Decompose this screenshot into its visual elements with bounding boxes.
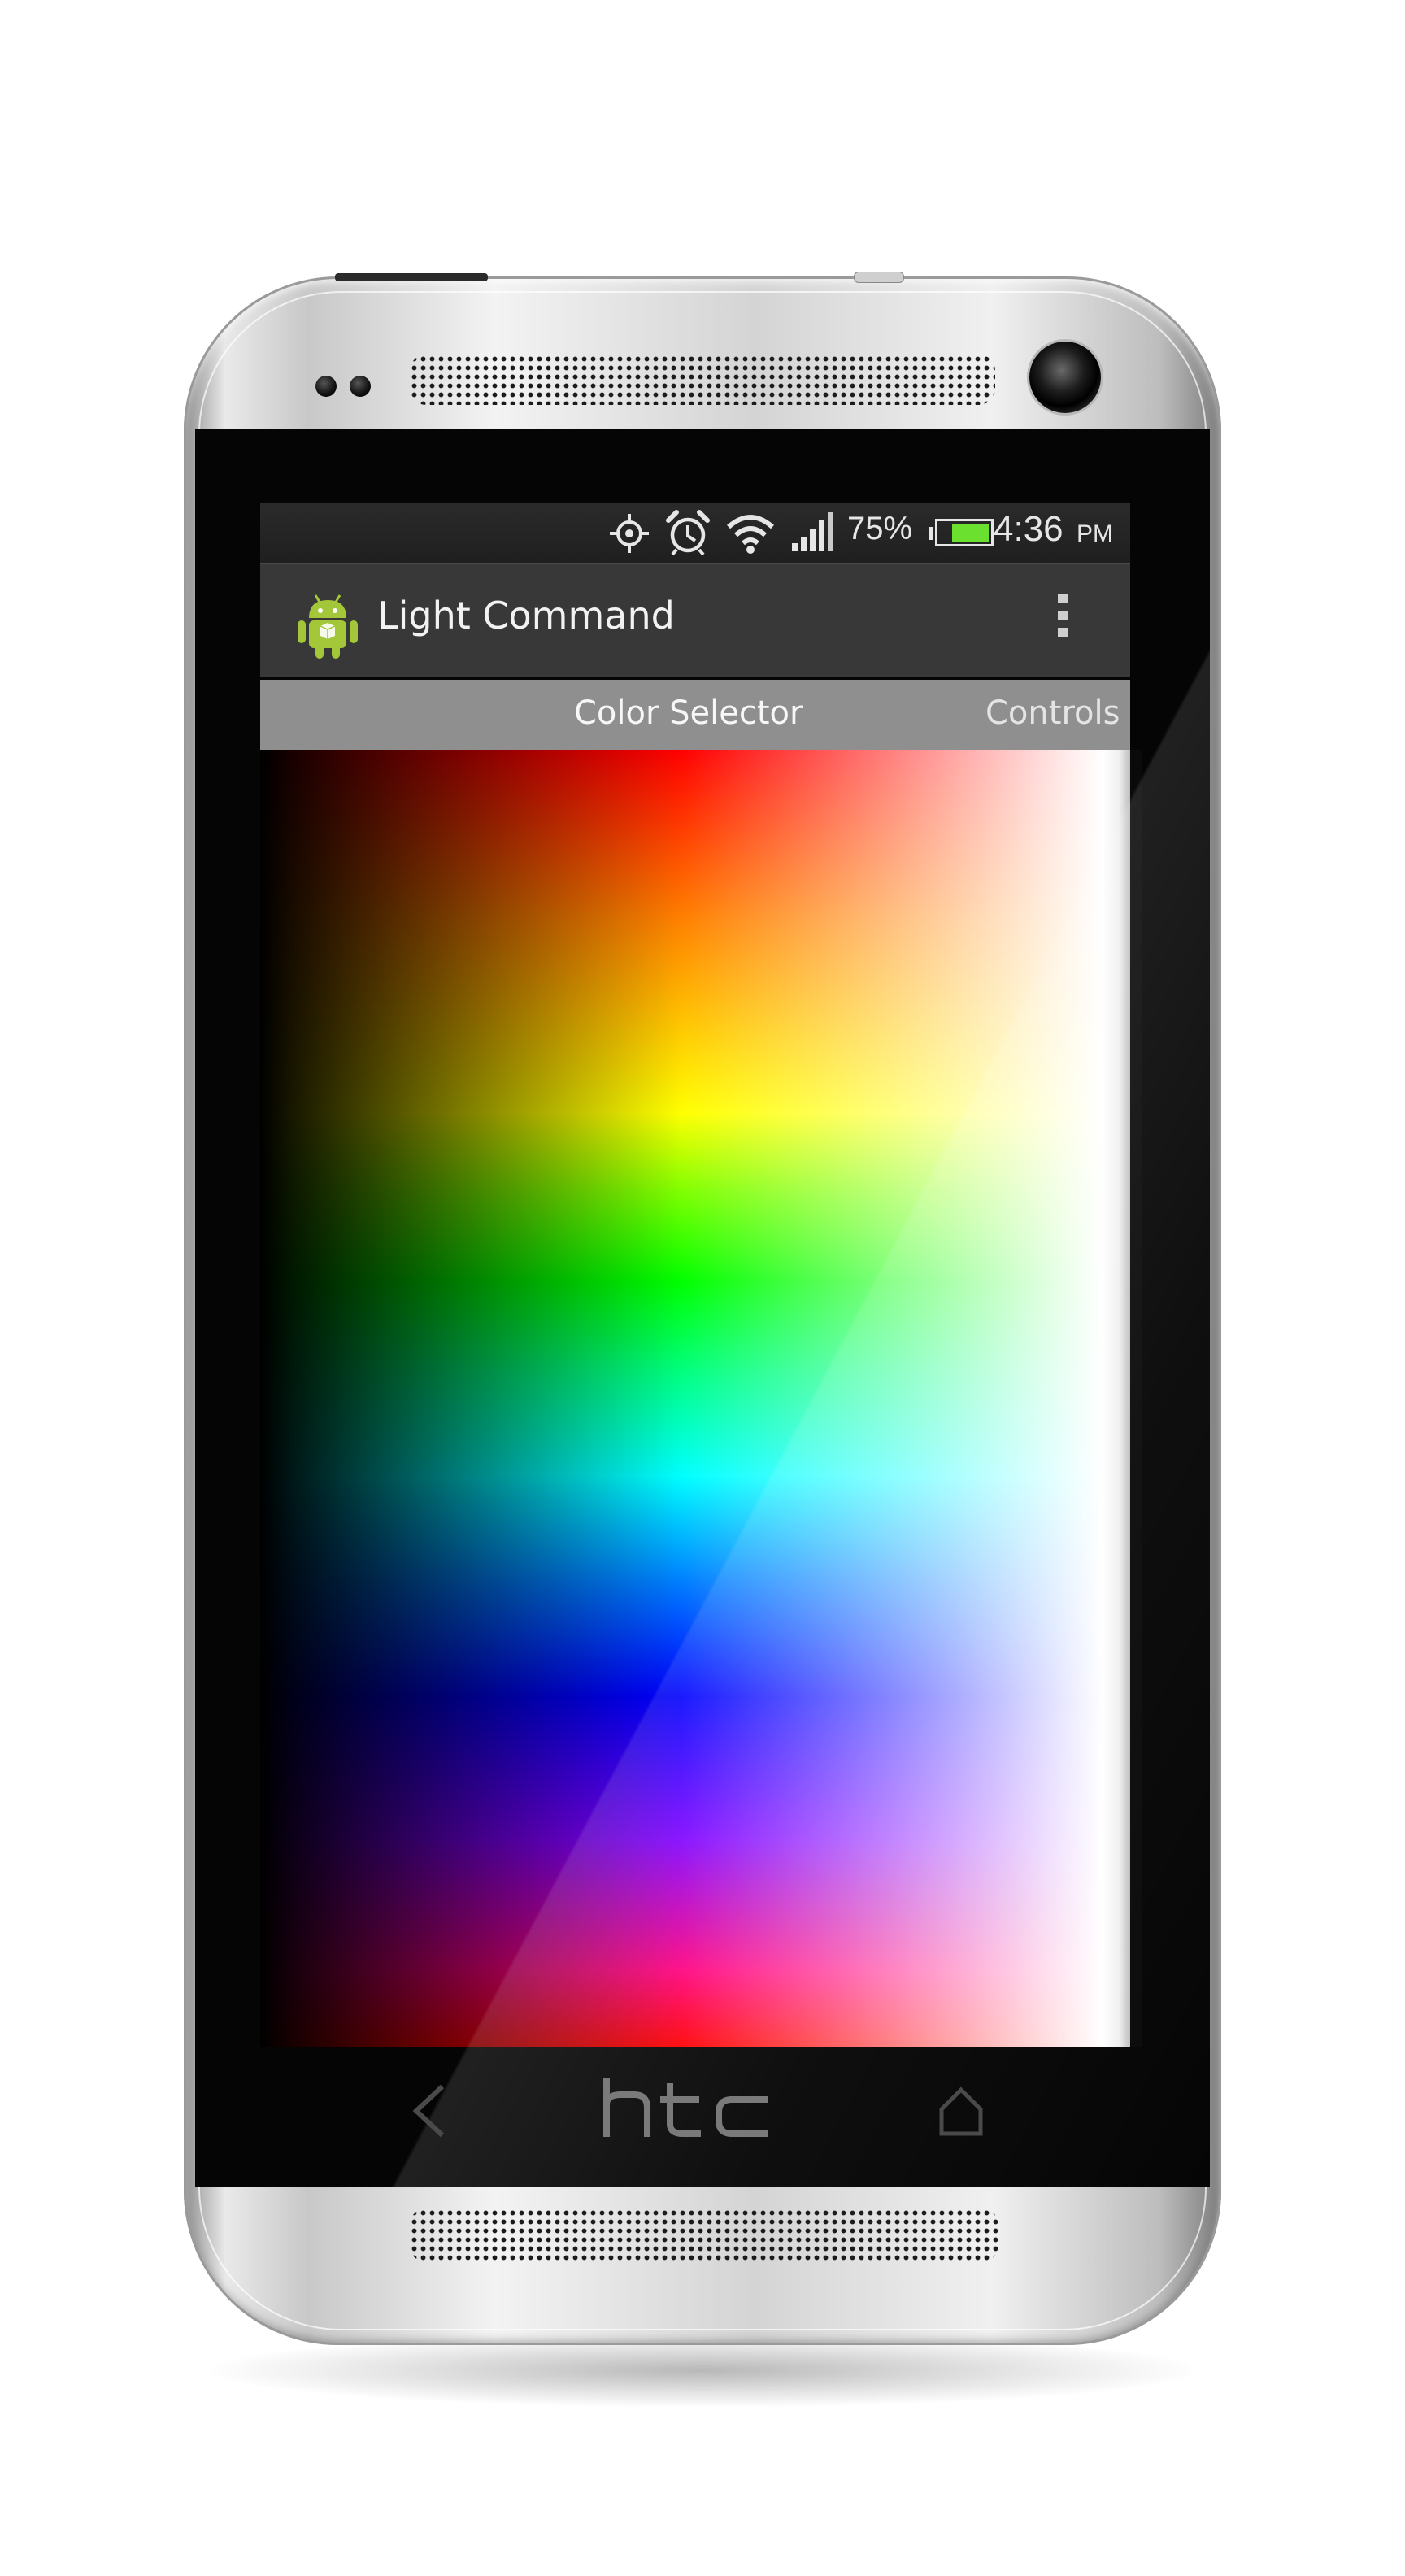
clock-ampm: PM: [1077, 520, 1113, 547]
proximity-sensor: [315, 376, 337, 397]
back-icon[interactable]: [407, 2078, 452, 2143]
clock-time: 4:36: [994, 509, 1064, 549]
bottom-speaker-grille: [410, 2208, 998, 2262]
android-app-icon[interactable]: [296, 590, 359, 660]
htc-logo: [603, 2078, 768, 2137]
overflow-menu-icon[interactable]: [1054, 594, 1072, 647]
tab-strip: Color Selector Controls: [260, 680, 1130, 750]
app-title: Light Command: [377, 594, 675, 637]
signal-icon: [792, 512, 833, 551]
alarm-icon: [666, 510, 710, 556]
top-speaker-grille: [410, 355, 995, 405]
action-bar: Light Command: [260, 563, 1130, 677]
color-picker-area[interactable]: [260, 750, 1103, 2047]
gps-icon: [610, 514, 649, 553]
front-camera: [1029, 342, 1101, 413]
brightness-slider-track[interactable]: [1130, 750, 1142, 2047]
light-sensor: [350, 376, 371, 397]
tab-controls[interactable]: Controls: [985, 694, 1120, 732]
battery-level: [952, 524, 989, 542]
status-bar: 75% 4:36 PM: [260, 503, 1130, 563]
wifi-icon: [727, 515, 774, 554]
ir-sensor: [854, 272, 904, 283]
battery-icon: [929, 519, 997, 548]
battery-percent: 75%: [847, 511, 913, 546]
power-button: [335, 273, 488, 281]
home-icon[interactable]: [935, 2082, 987, 2139]
color-picker-edge: [1103, 750, 1130, 2047]
tab-color-selector[interactable]: Color Selector: [574, 694, 803, 732]
